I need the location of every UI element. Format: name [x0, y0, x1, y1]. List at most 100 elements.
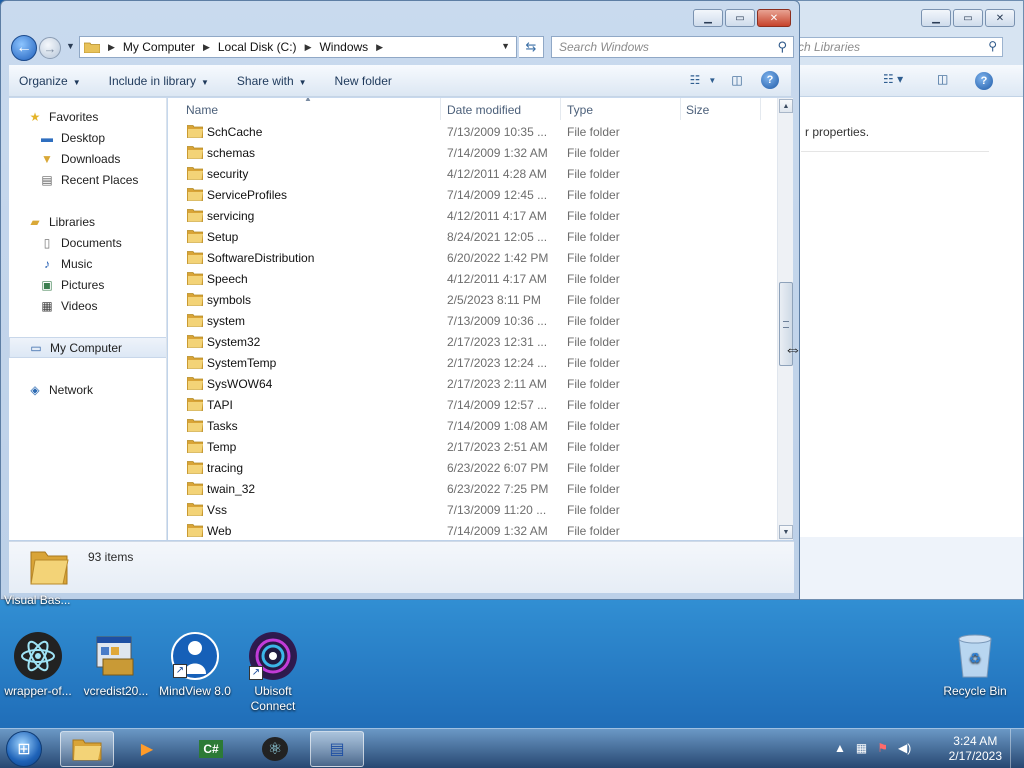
nav-music[interactable]: ♪ Music — [9, 253, 166, 274]
help-icon[interactable]: ? — [761, 71, 779, 89]
table-row[interactable]: Web 7/14/2009 1:32 AM File folder — [168, 520, 778, 540]
clock[interactable]: 3:24 AM 2/17/2023 — [949, 734, 1002, 764]
close-button[interactable]: ✕ — [757, 9, 791, 27]
bg-help-icon[interactable]: ? — [975, 72, 993, 90]
desktop-icon-recycle-bin[interactable]: ♻ Recycle Bin — [937, 632, 1013, 699]
nav-my-computer[interactable]: ▭ My Computer — [9, 337, 166, 358]
share-with-button[interactable]: Share with ▼ — [237, 74, 307, 88]
table-row[interactable]: SoftwareDistribution 6/20/2022 1:42 PM Fil… — [168, 247, 778, 268]
taskbar-installer[interactable]: ▤ — [310, 731, 364, 767]
table-row[interactable]: tracing 6/23/2022 6:07 PM File folder — [168, 457, 778, 478]
file-list[interactable]: ▲ Name Date modified Type Size SchCache 7… — [168, 98, 778, 540]
nav-network[interactable]: ◈ Network — [9, 379, 166, 400]
table-row[interactable]: SysWOW64 2/17/2023 2:11 AM File folder — [168, 373, 778, 394]
nav-libraries[interactable]: ▰ Libraries — [9, 211, 166, 232]
column-divider[interactable] — [440, 98, 441, 120]
column-divider[interactable] — [560, 98, 561, 120]
maximize-button[interactable]: ▭ — [725, 9, 755, 27]
table-row[interactable]: TAPI 7/14/2009 12:57 ... File folder — [168, 394, 778, 415]
recent-pages-button[interactable]: ▼ — [66, 41, 75, 51]
organize-button[interactable]: Organize ▼ — [19, 74, 81, 88]
volume-icon[interactable]: ◀) — [898, 741, 911, 755]
table-row[interactable]: SystemTemp 2/17/2023 12:24 ... File folder — [168, 352, 778, 373]
column-header-type[interactable]: Type — [567, 103, 593, 117]
table-row[interactable]: Temp 2/17/2023 2:51 AM File folder — [168, 436, 778, 457]
breadcrumb-windows[interactable]: Windows — [319, 40, 368, 54]
nav-downloads[interactable]: ▼ Downloads — [9, 148, 166, 169]
explorer-window[interactable]: ▁ ▭ ✕ ← → ▼ ▶ My Computer ▶ Local Disk (… — [0, 0, 802, 600]
table-row[interactable]: Tasks 7/14/2009 1:08 AM File folder — [168, 415, 778, 436]
breadcrumb-my-computer[interactable]: My Computer — [123, 40, 195, 54]
column-divider[interactable] — [680, 98, 681, 120]
address-bar[interactable]: ▶ My Computer ▶ Local Disk (C:) ▶ Window… — [79, 36, 517, 58]
minimize-button[interactable]: ▁ — [693, 9, 723, 27]
breadcrumb-local-disk[interactable]: Local Disk (C:) — [218, 40, 297, 54]
address-dropdown-icon[interactable]: ▼ — [501, 41, 510, 51]
background-window-libraries[interactable]: ▁ ▭ ✕ ch Libraries ⚲ ☷ ▾ ◫ ? r propertie… — [790, 0, 1024, 600]
view-options-icon[interactable]: ☷ ▼ — [690, 71, 717, 89]
vertical-scrollbar[interactable]: ▲ ▼ — [777, 98, 793, 540]
bg-minimize-button[interactable]: ▁ — [921, 9, 951, 27]
refresh-button[interactable]: ⇆ — [519, 36, 544, 58]
breadcrumb-arrow-icon[interactable]: ▶ — [376, 42, 383, 53]
table-row[interactable]: security 4/12/2011 4:28 AM File folder — [168, 163, 778, 184]
column-header-name[interactable]: Name — [186, 103, 218, 117]
taskbar-atom[interactable]: ⚛ — [248, 731, 302, 767]
table-row[interactable]: ServiceProfiles 7/14/2009 12:45 ... File f… — [168, 184, 778, 205]
table-row[interactable]: Setup 8/24/2021 12:05 ... File folder — [168, 226, 778, 247]
nav-pictures[interactable]: ▣ Pictures — [9, 274, 166, 295]
breadcrumb-arrow-icon[interactable]: ▶ — [203, 42, 210, 53]
taskbar-media-player[interactable]: ▶ — [120, 731, 174, 767]
table-row[interactable]: SchCache 7/13/2009 10:35 ... File folder — [168, 121, 778, 142]
taskbar-csharp[interactable]: C# — [184, 731, 238, 767]
bg-preview-pane-icon[interactable]: ◫ — [937, 72, 948, 86]
desktop-icon-ubisoft[interactable]: ↗ Ubisoft Connect — [235, 632, 311, 714]
nav-favorites[interactable]: ★ Favorites — [9, 106, 166, 127]
scroll-down-button[interactable]: ▼ — [779, 525, 793, 539]
table-row[interactable]: schemas 7/14/2009 1:32 AM File folder — [168, 142, 778, 163]
nav-recent-places[interactable]: ▤ Recent Places — [9, 169, 166, 190]
table-row[interactable]: Speech 4/12/2011 4:17 AM File folder — [168, 268, 778, 289]
desktop-icon-mindview[interactable]: ↗ MindView 8.0 — [157, 632, 233, 699]
table-row[interactable]: system 7/13/2009 10:36 ... File folder — [168, 310, 778, 331]
bg-search-icon[interactable]: ⚲ — [988, 39, 997, 53]
start-button[interactable]: ⊞ — [6, 731, 42, 767]
show-desktop-button[interactable] — [1010, 729, 1024, 768]
bg-window-caption[interactable]: ▁ ▭ ✕ — [791, 1, 1023, 37]
desktop-icon-label-partial[interactable]: Visual Bas... — [4, 593, 70, 607]
include-in-library-button[interactable]: Include in library ▼ — [109, 74, 209, 88]
new-folder-button[interactable]: New folder — [335, 74, 392, 88]
nav-desktop[interactable]: ▬ Desktop — [9, 127, 166, 148]
action-center-icon[interactable]: ⚑ — [877, 741, 888, 755]
bg-close-button[interactable]: ✕ — [985, 9, 1015, 27]
table-row[interactable]: twain_32 6/23/2022 7:25 PM File folder — [168, 478, 778, 499]
column-header-size[interactable]: Size — [686, 103, 709, 117]
column-divider[interactable] — [760, 98, 761, 120]
file-type: File folder — [567, 356, 620, 370]
nav-videos[interactable]: ▦ Videos — [9, 295, 166, 316]
back-button[interactable]: ← — [11, 35, 37, 61]
search-icon[interactable]: ⚲ — [777, 39, 787, 55]
taskbar-explorer[interactable] — [60, 731, 114, 767]
search-input[interactable]: Search Windows ⚲ — [551, 36, 794, 58]
forward-button[interactable]: → — [39, 37, 61, 59]
desktop-icon-wrapper[interactable]: wrapper-of... — [0, 632, 76, 699]
table-row[interactable]: symbols 2/5/2023 8:11 PM File folder — [168, 289, 778, 310]
table-row[interactable]: servicing 4/12/2011 4:17 AM File folder — [168, 205, 778, 226]
bg-view-options-icon[interactable]: ☷ ▾ — [883, 72, 903, 86]
table-row[interactable]: System32 2/17/2023 12:31 ... File folder — [168, 331, 778, 352]
nav-documents[interactable]: ▯ Documents — [9, 232, 166, 253]
network-icon[interactable]: ▦ — [856, 741, 867, 755]
bg-search-input[interactable]: ch Libraries — [791, 37, 1003, 57]
desktop-icon-vcredist[interactable]: vcredist20... — [78, 632, 154, 699]
bg-maximize-button[interactable]: ▭ — [953, 9, 983, 27]
column-header-date-modified[interactable]: Date modified — [447, 103, 521, 117]
breadcrumb-arrow-icon[interactable]: ▶ — [305, 42, 312, 53]
show-hidden-icons-icon[interactable]: ▲ — [834, 741, 846, 755]
scroll-up-button[interactable]: ▲ — [779, 99, 793, 113]
table-row[interactable]: Vss 7/13/2009 11:20 ... File folder — [168, 499, 778, 520]
folder-icon — [72, 739, 102, 761]
recycle-bin-icon: ♻ — [951, 632, 999, 680]
preview-pane-icon[interactable]: ◫ — [727, 71, 747, 89]
breadcrumb-arrow-icon[interactable]: ▶ — [108, 42, 115, 53]
